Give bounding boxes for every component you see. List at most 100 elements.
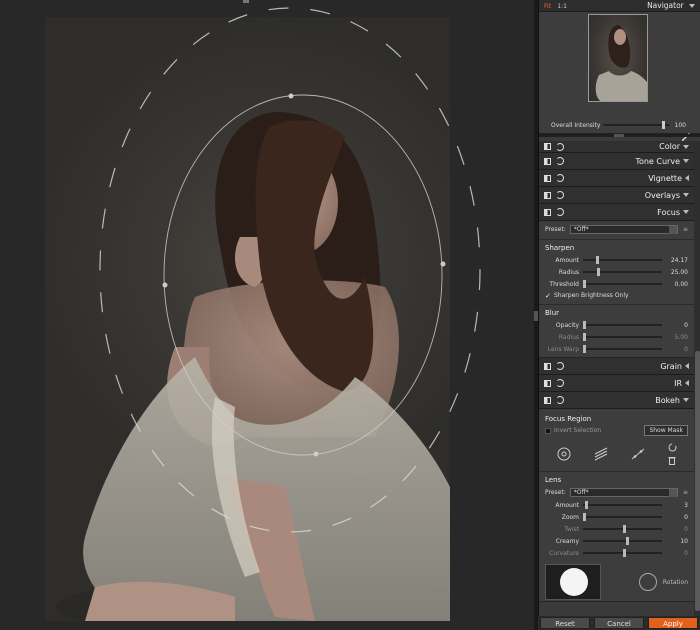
- compare-icon[interactable]: [544, 174, 551, 182]
- compare-icon[interactable]: [544, 362, 551, 370]
- invert-selection-checkbox[interactable]: Invert Selection Show Mask: [545, 425, 688, 436]
- compare-icon[interactable]: [544, 379, 551, 387]
- zoom-fit-button[interactable]: Fit: [544, 3, 551, 10]
- chevron-down-icon[interactable]: [683, 193, 689, 197]
- focus-preset-select[interactable]: *Off*: [569, 225, 678, 234]
- overall-intensity-value[interactable]: 100: [675, 122, 686, 129]
- trash-icon[interactable]: [668, 456, 676, 465]
- cancel-button[interactable]: Cancel: [594, 617, 644, 629]
- top-handle-point[interactable]: [288, 93, 294, 99]
- scrollbar-thumb[interactable]: [695, 351, 700, 611]
- reset-icon[interactable]: [556, 157, 564, 165]
- slider-value[interactable]: 25.00: [668, 269, 688, 276]
- resize-grip[interactable]: [614, 134, 624, 137]
- chevron-down-icon[interactable]: [683, 398, 689, 402]
- chevron-left-icon[interactable]: [685, 175, 689, 181]
- preset-menu-icon[interactable]: ≡: [678, 226, 688, 233]
- section-bokeh[interactable]: Bokeh: [539, 392, 694, 409]
- slider-track[interactable]: [583, 549, 662, 557]
- slider-knob[interactable]: [622, 525, 626, 533]
- section-focus[interactable]: Focus: [539, 204, 694, 221]
- show-mask-button[interactable]: Show Mask: [644, 425, 688, 436]
- reset-button[interactable]: Reset: [540, 617, 590, 629]
- slider-value[interactable]: 0: [668, 514, 688, 521]
- image-canvas[interactable]: [0, 0, 536, 630]
- slider-track[interactable]: [583, 280, 662, 288]
- compare-icon[interactable]: [544, 396, 551, 404]
- slider-track[interactable]: [583, 268, 662, 276]
- lens-shape-preview[interactable]: [545, 564, 601, 600]
- slider-value[interactable]: 0: [668, 346, 688, 353]
- slider-knob[interactable]: [583, 321, 586, 329]
- reset-icon[interactable]: [556, 208, 564, 216]
- slider-value[interactable]: 3: [668, 502, 688, 509]
- slider-knob[interactable]: [583, 345, 586, 353]
- slider-track[interactable]: [583, 321, 662, 329]
- overall-intensity-slider[interactable]: [603, 121, 669, 129]
- apply-button[interactable]: Apply: [648, 617, 698, 629]
- chevron-down-icon[interactable]: [683, 210, 689, 214]
- lens-preset-select[interactable]: *Off*: [569, 488, 678, 497]
- reset-icon[interactable]: [556, 362, 564, 370]
- navigator-thumbnail[interactable]: [588, 14, 648, 102]
- linear-focus-icon[interactable]: [631, 447, 645, 461]
- section-color[interactable]: Color: [539, 141, 694, 153]
- compare-icon[interactable]: [544, 157, 551, 165]
- panel-scrollbar[interactable]: [694, 141, 700, 630]
- slider-knob[interactable]: [595, 256, 599, 264]
- planar-focus-icon[interactable]: [594, 447, 608, 461]
- right-handle-point[interactable]: [440, 261, 446, 267]
- slider-knob[interactable]: [597, 268, 601, 276]
- reset-icon[interactable]: [556, 174, 564, 182]
- circular-focus-icon[interactable]: [557, 447, 571, 461]
- slider-track[interactable]: [583, 513, 662, 521]
- slider-track[interactable]: [583, 256, 662, 264]
- section-grain[interactable]: Grain: [539, 358, 694, 375]
- left-handle-point[interactable]: [162, 282, 168, 288]
- slider-knob[interactable]: [626, 537, 630, 545]
- reset-icon[interactable]: [556, 142, 564, 151]
- bottom-handle-point[interactable]: [313, 451, 319, 457]
- slider-track[interactable]: [583, 525, 662, 533]
- chevron-down-icon[interactable]: [683, 144, 689, 149]
- chevron-left-icon[interactable]: [685, 363, 689, 369]
- reset-icon[interactable]: [556, 191, 564, 199]
- navigator-resize-bar[interactable]: [539, 134, 700, 137]
- checkbox-box[interactable]: [545, 427, 551, 434]
- dropdown-arrow-icon[interactable]: [669, 226, 677, 234]
- slider-knob[interactable]: [583, 280, 586, 288]
- slider-knob[interactable]: [583, 333, 586, 341]
- chevron-left-icon[interactable]: [685, 380, 689, 386]
- slider-value[interactable]: 5.00: [668, 334, 688, 341]
- slider-value[interactable]: 0: [668, 322, 688, 329]
- slider-track[interactable]: [583, 501, 662, 509]
- slider-track[interactable]: [583, 345, 662, 353]
- preset-menu-icon[interactable]: ≡: [678, 489, 688, 496]
- slider-knob[interactable]: [585, 501, 589, 509]
- slider-value[interactable]: 10: [668, 538, 688, 545]
- compare-icon[interactable]: [544, 143, 551, 150]
- compare-icon[interactable]: [544, 191, 551, 199]
- slider-value[interactable]: 0.00: [668, 281, 688, 288]
- refresh-icon[interactable]: [668, 443, 677, 452]
- bokeh-focus-overlay[interactable]: [0, 0, 536, 630]
- chevron-down-icon[interactable]: [683, 159, 689, 163]
- rotation-control[interactable]: Rotation: [638, 573, 688, 591]
- section-vignette[interactable]: Vignette: [539, 170, 694, 187]
- section-tone-curve[interactable]: Tone Curve: [539, 153, 694, 170]
- reset-icon[interactable]: [556, 379, 564, 387]
- chevron-down-icon[interactable]: [689, 4, 695, 8]
- sharpen-brightness-checkbox[interactable]: ✓ Sharpen Brightness Only: [545, 290, 688, 301]
- slider-value[interactable]: 0: [668, 526, 688, 533]
- slider-knob[interactable]: [622, 549, 626, 557]
- slider-track[interactable]: [583, 333, 662, 341]
- rotation-dial[interactable]: [638, 573, 657, 591]
- slider-knob[interactable]: [583, 513, 586, 521]
- slider-value[interactable]: 24.17: [668, 257, 688, 264]
- slider-value[interactable]: 0: [668, 550, 688, 557]
- dropdown-arrow-icon[interactable]: [669, 489, 677, 497]
- checkmark-icon[interactable]: ✓: [545, 292, 551, 299]
- slider-knob[interactable]: [661, 121, 665, 129]
- slider-track[interactable]: [583, 537, 662, 545]
- zoom-1-1-button[interactable]: 1:1: [557, 3, 567, 10]
